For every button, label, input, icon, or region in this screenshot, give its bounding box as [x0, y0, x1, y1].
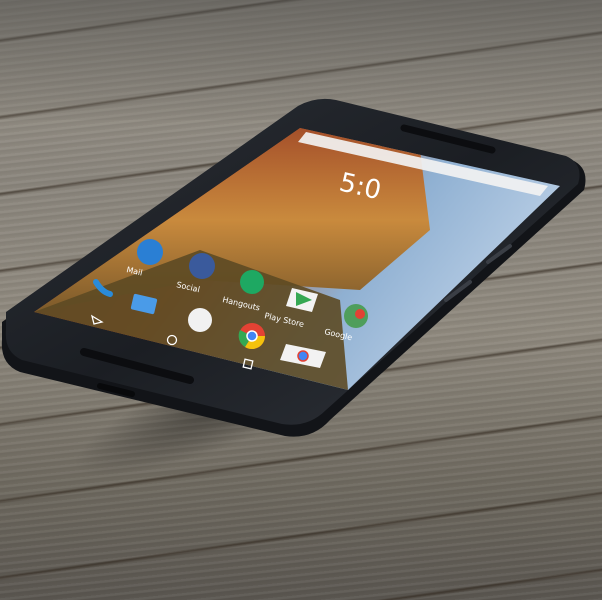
- mail-icon: [137, 239, 163, 265]
- facebook-icon: [189, 253, 215, 279]
- hangouts-icon: [240, 270, 264, 294]
- app-drawer-icon[interactable]: [188, 308, 212, 332]
- maps-pin: [355, 309, 365, 319]
- photo-scene: 5:0 Mail Social Hangouts Play Store Goog…: [0, 0, 602, 600]
- smartphone: 5:0 Mail Social Hangouts Play Store Goog…: [1, 98, 586, 437]
